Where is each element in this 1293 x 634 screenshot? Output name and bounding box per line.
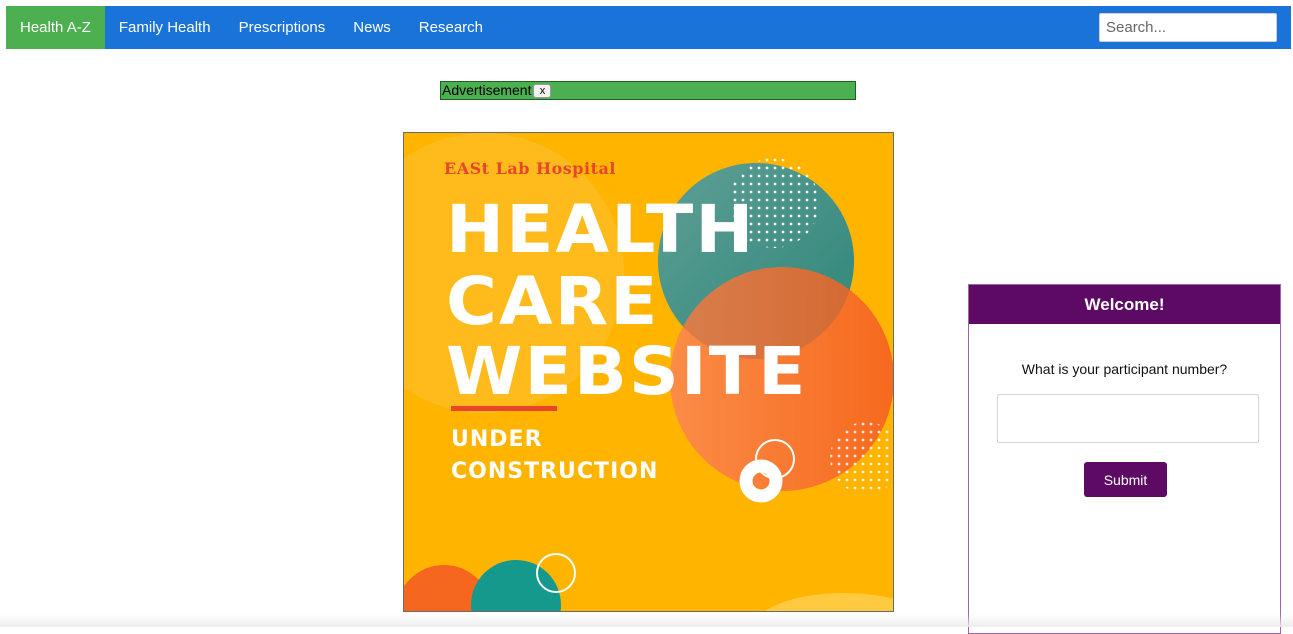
- nav-item-health-a-z[interactable]: Health A-Z: [6, 6, 105, 49]
- close-ad-button[interactable]: x: [533, 83, 552, 98]
- nav-item-research[interactable]: Research: [405, 6, 497, 49]
- headline-line-1: HEALTH: [446, 191, 756, 268]
- participant-number-question: What is your participant number?: [1021, 361, 1228, 377]
- under-construction-poster: EASt Lab Hospital HEALTH CARE WEBSITE UN…: [403, 132, 894, 612]
- red-divider: [451, 406, 557, 411]
- advertisement-label: Advertisement: [442, 82, 532, 98]
- hospital-name: EASt Lab Hospital: [444, 159, 616, 178]
- welcome-panel: Welcome! What is your participant number…: [968, 284, 1281, 634]
- advertisement-banner: Advertisement x: [440, 81, 856, 100]
- nav-item-prescriptions[interactable]: Prescriptions: [225, 6, 340, 49]
- headline-line-3: WEBSITE: [446, 333, 808, 410]
- welcome-title: Welcome!: [969, 285, 1280, 324]
- nav-item-news[interactable]: News: [339, 6, 405, 49]
- bottom-scroll-shadow: [0, 614, 1293, 627]
- search-input[interactable]: [1099, 13, 1277, 42]
- headline-line-2: CARE: [446, 263, 660, 340]
- nav-item-family-health[interactable]: Family Health: [105, 6, 225, 49]
- subline-1: UNDER: [451, 427, 543, 452]
- subline-2: CONSTRUCTION: [451, 459, 659, 484]
- submit-button[interactable]: Submit: [1084, 462, 1167, 497]
- top-navigation-bar: Health A-Z Family Health Prescriptions N…: [6, 6, 1291, 49]
- participant-number-input[interactable]: [997, 394, 1259, 443]
